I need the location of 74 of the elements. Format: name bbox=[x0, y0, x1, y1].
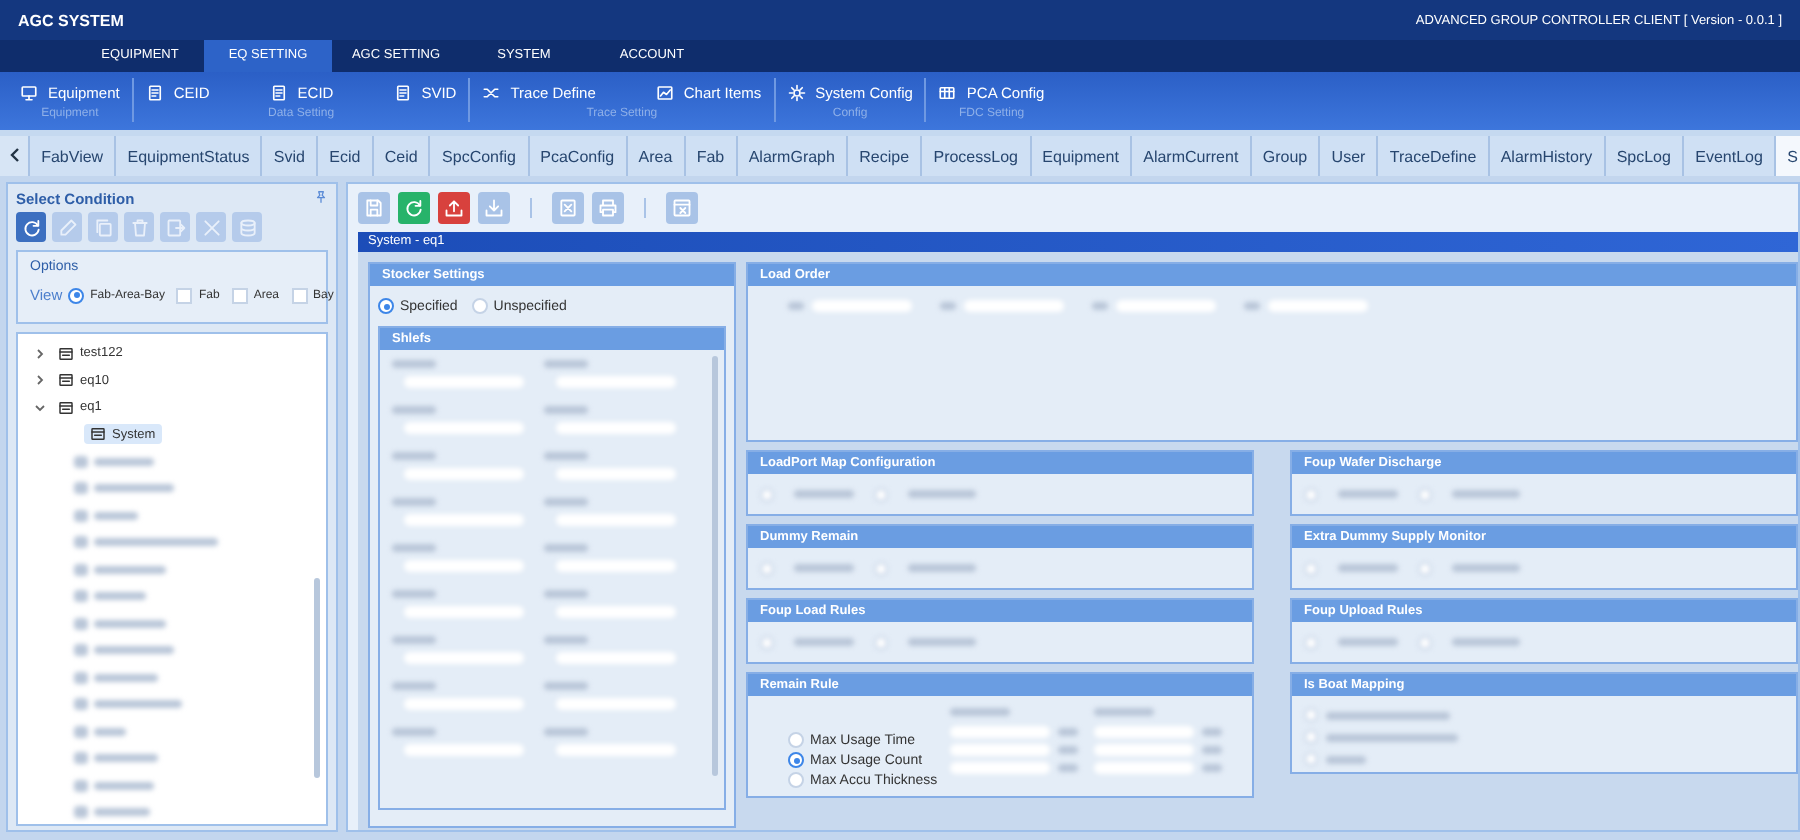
chevron-left-icon bbox=[9, 147, 19, 161]
document-icon bbox=[269, 83, 288, 101]
node-icon bbox=[90, 426, 106, 443]
page-tab[interactable]: SpcLog bbox=[1603, 136, 1683, 176]
page-tab[interactable]: Equipment bbox=[1029, 136, 1131, 176]
export-icon bbox=[165, 217, 185, 237]
scrollbar[interactable] bbox=[712, 356, 718, 776]
grid-icon bbox=[938, 83, 957, 101]
save-icon bbox=[364, 198, 384, 218]
page-tab[interactable]: Recipe bbox=[846, 136, 921, 176]
page-tab[interactable]: S bbox=[1774, 136, 1800, 176]
document-icon bbox=[145, 83, 164, 101]
upload-icon bbox=[444, 198, 464, 218]
refresh-button[interactable] bbox=[398, 192, 430, 224]
page-tab[interactable]: AlarmGraph bbox=[735, 136, 847, 176]
refresh-icon bbox=[404, 198, 424, 218]
spreadsheet-button[interactable] bbox=[552, 192, 584, 224]
scrollbar[interactable] bbox=[314, 578, 320, 778]
window-close-icon bbox=[672, 198, 692, 218]
page-tab[interactable]: User bbox=[1318, 136, 1377, 176]
refresh-icon bbox=[21, 217, 41, 237]
page-tab[interactable]: EquipmentStatus bbox=[114, 136, 261, 176]
database-icon bbox=[237, 217, 257, 237]
cross-button[interactable] bbox=[196, 212, 226, 242]
page-tab[interactable]: AlarmHistory bbox=[1487, 136, 1604, 176]
radio-button[interactable] bbox=[378, 298, 394, 314]
chevron-right-icon[interactable] bbox=[34, 347, 46, 360]
save-button[interactable] bbox=[358, 192, 390, 224]
copy-button[interactable] bbox=[88, 212, 118, 242]
monitor-icon bbox=[20, 83, 38, 101]
chart-icon bbox=[655, 83, 674, 101]
shuffle-icon bbox=[482, 83, 501, 101]
radio-button[interactable] bbox=[68, 287, 85, 303]
trash-icon bbox=[129, 217, 149, 237]
download-icon bbox=[484, 198, 504, 218]
page-tab[interactable]: TraceDefine bbox=[1376, 136, 1488, 176]
page-tab[interactable]: Area bbox=[625, 136, 684, 176]
copy-icon bbox=[93, 217, 113, 237]
page-tab[interactable]: Svid bbox=[260, 136, 317, 176]
checkbox[interactable] bbox=[231, 287, 248, 303]
chevron-down-icon[interactable] bbox=[34, 401, 46, 414]
page-tab[interactable]: SpcConfig bbox=[428, 136, 528, 176]
page-tab[interactable]: ProcessLog bbox=[920, 136, 1030, 176]
page-tab[interactable]: PcaConfig bbox=[527, 136, 626, 176]
pin-icon bbox=[314, 190, 328, 204]
node-icon bbox=[58, 399, 74, 416]
printer-button[interactable] bbox=[592, 192, 624, 224]
database-button[interactable] bbox=[232, 212, 262, 242]
checkbox[interactable] bbox=[291, 287, 308, 303]
page-tab[interactable]: Group bbox=[1249, 136, 1319, 176]
document-icon bbox=[393, 83, 412, 101]
settings-icon bbox=[787, 83, 806, 101]
page-tab[interactable]: Ceid bbox=[371, 136, 429, 176]
export-button[interactable] bbox=[160, 212, 190, 242]
page-tab[interactable]: Ecid bbox=[316, 136, 372, 176]
upload-button[interactable] bbox=[438, 192, 470, 224]
scroll-left-button[interactable] bbox=[0, 136, 28, 176]
page-tab[interactable]: AlarmCurrent bbox=[1130, 136, 1250, 176]
refresh-button[interactable] bbox=[16, 212, 46, 242]
pencil-icon bbox=[57, 217, 77, 237]
window-close-button[interactable] bbox=[666, 192, 698, 224]
node-icon bbox=[58, 372, 74, 389]
spreadsheet-icon bbox=[558, 198, 578, 218]
checkbox[interactable] bbox=[176, 287, 193, 303]
app-title: AGC SYSTEM bbox=[18, 11, 124, 29]
cross-icon bbox=[201, 217, 221, 237]
node-icon bbox=[58, 345, 74, 362]
page-tab[interactable]: FabView bbox=[28, 136, 115, 176]
radio-button[interactable] bbox=[788, 752, 804, 768]
page-tab[interactable]: EventLog bbox=[1682, 136, 1775, 176]
chevron-right-icon[interactable] bbox=[34, 374, 46, 387]
page-tab[interactable]: Fab bbox=[683, 136, 736, 176]
trash-button[interactable] bbox=[124, 212, 154, 242]
printer-icon bbox=[598, 198, 618, 218]
